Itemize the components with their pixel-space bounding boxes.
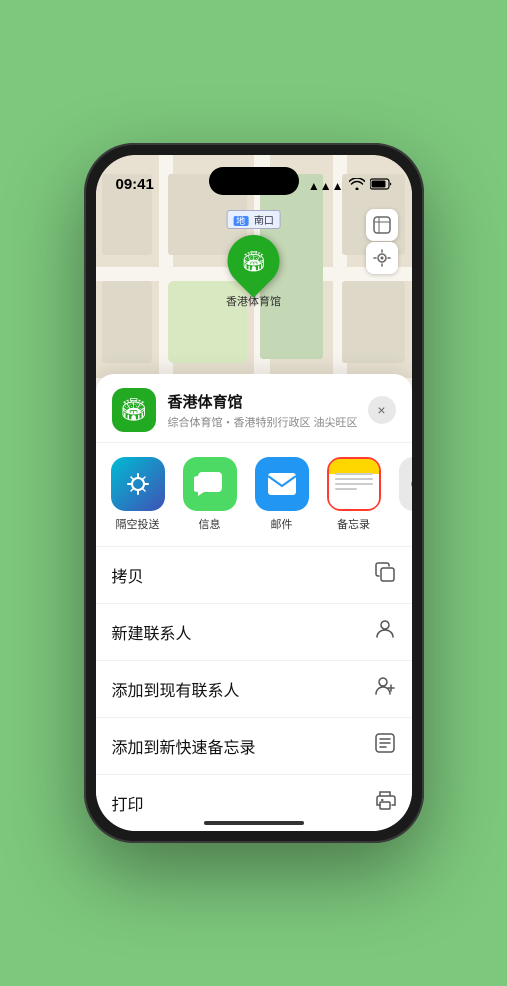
map-type-button[interactable] — [366, 209, 398, 241]
pin-circle: 🏟 — [217, 224, 291, 298]
action-new-contact[interactable]: 新建联系人 — [96, 604, 412, 661]
action-add-contact-label: 添加到现有联系人 — [112, 677, 240, 701]
person-icon — [374, 618, 396, 646]
notes-line-3 — [335, 483, 373, 485]
airdrop-icon — [111, 457, 165, 511]
share-item-notes[interactable]: 备忘录 — [322, 457, 386, 532]
notes-inner — [329, 459, 379, 509]
battery-icon — [370, 178, 392, 193]
phone-frame: 09:41 ▲▲▲ — [84, 143, 424, 843]
phone-screen: 09:41 ▲▲▲ — [96, 155, 412, 831]
mail-label: 邮件 — [271, 516, 293, 532]
share-item-more[interactable]: 更多 — [394, 457, 412, 532]
signal-icon: ▲▲▲ — [308, 179, 344, 193]
share-item-mail[interactable]: 邮件 — [250, 457, 314, 532]
print-icon — [374, 789, 396, 817]
action-print-label: 打印 — [112, 791, 144, 815]
notes-icon — [327, 457, 381, 511]
wifi-icon — [349, 178, 365, 193]
venue-header: 🏟 香港体育馆 综合体育馆・香港特别行政区 油尖旺区 × — [96, 374, 412, 443]
notes-line-2 — [335, 478, 373, 480]
status-time: 09:41 — [116, 176, 154, 193]
action-quick-note-label: 添加到新快速备忘录 — [112, 734, 256, 758]
share-item-messages[interactable]: 信息 — [178, 457, 242, 532]
pin-icon: 🏟 — [241, 249, 266, 274]
action-list: 拷贝 新建联系人 — [96, 547, 412, 831]
airdrop-label: 隔空投送 — [116, 516, 160, 532]
share-item-airdrop[interactable]: 隔空投送 — [106, 457, 170, 532]
status-icons: ▲▲▲ — [308, 178, 392, 193]
action-add-contact[interactable]: 添加到现有联系人 — [96, 661, 412, 718]
action-copy[interactable]: 拷贝 — [96, 547, 412, 604]
venue-name: 香港体育馆 — [168, 391, 368, 412]
location-pin: 🏟 香港体育馆 — [226, 235, 281, 309]
notes-line-1 — [335, 473, 373, 475]
action-copy-label: 拷贝 — [112, 563, 144, 587]
map-controls — [366, 209, 398, 274]
map-label: 地 南口 — [226, 210, 281, 229]
location-button[interactable] — [366, 242, 398, 274]
share-row: 隔空投送 信息 — [96, 443, 412, 547]
venue-info: 香港体育馆 综合体育馆・香港特别行政区 油尖旺区 — [168, 391, 368, 430]
notes-label: 备忘录 — [337, 516, 370, 532]
home-indicator — [204, 821, 304, 825]
messages-label: 信息 — [199, 516, 221, 532]
dynamic-island — [209, 167, 299, 195]
messages-icon — [183, 457, 237, 511]
bottom-sheet: 🏟 香港体育馆 综合体育馆・香港特别行政区 油尖旺区 × — [96, 374, 412, 831]
person-add-icon — [374, 675, 396, 703]
mail-icon — [255, 457, 309, 511]
copy-icon — [374, 561, 396, 589]
action-new-contact-label: 新建联系人 — [112, 620, 192, 644]
more-icon — [399, 457, 412, 511]
notes-line-4 — [335, 488, 358, 490]
venue-icon: 🏟 — [112, 388, 156, 432]
note-icon — [374, 732, 396, 760]
venue-subtitle: 综合体育馆・香港特别行政区 油尖旺区 — [168, 414, 368, 430]
close-button[interactable]: × — [368, 396, 396, 424]
action-quick-note[interactable]: 添加到新快速备忘录 — [96, 718, 412, 775]
